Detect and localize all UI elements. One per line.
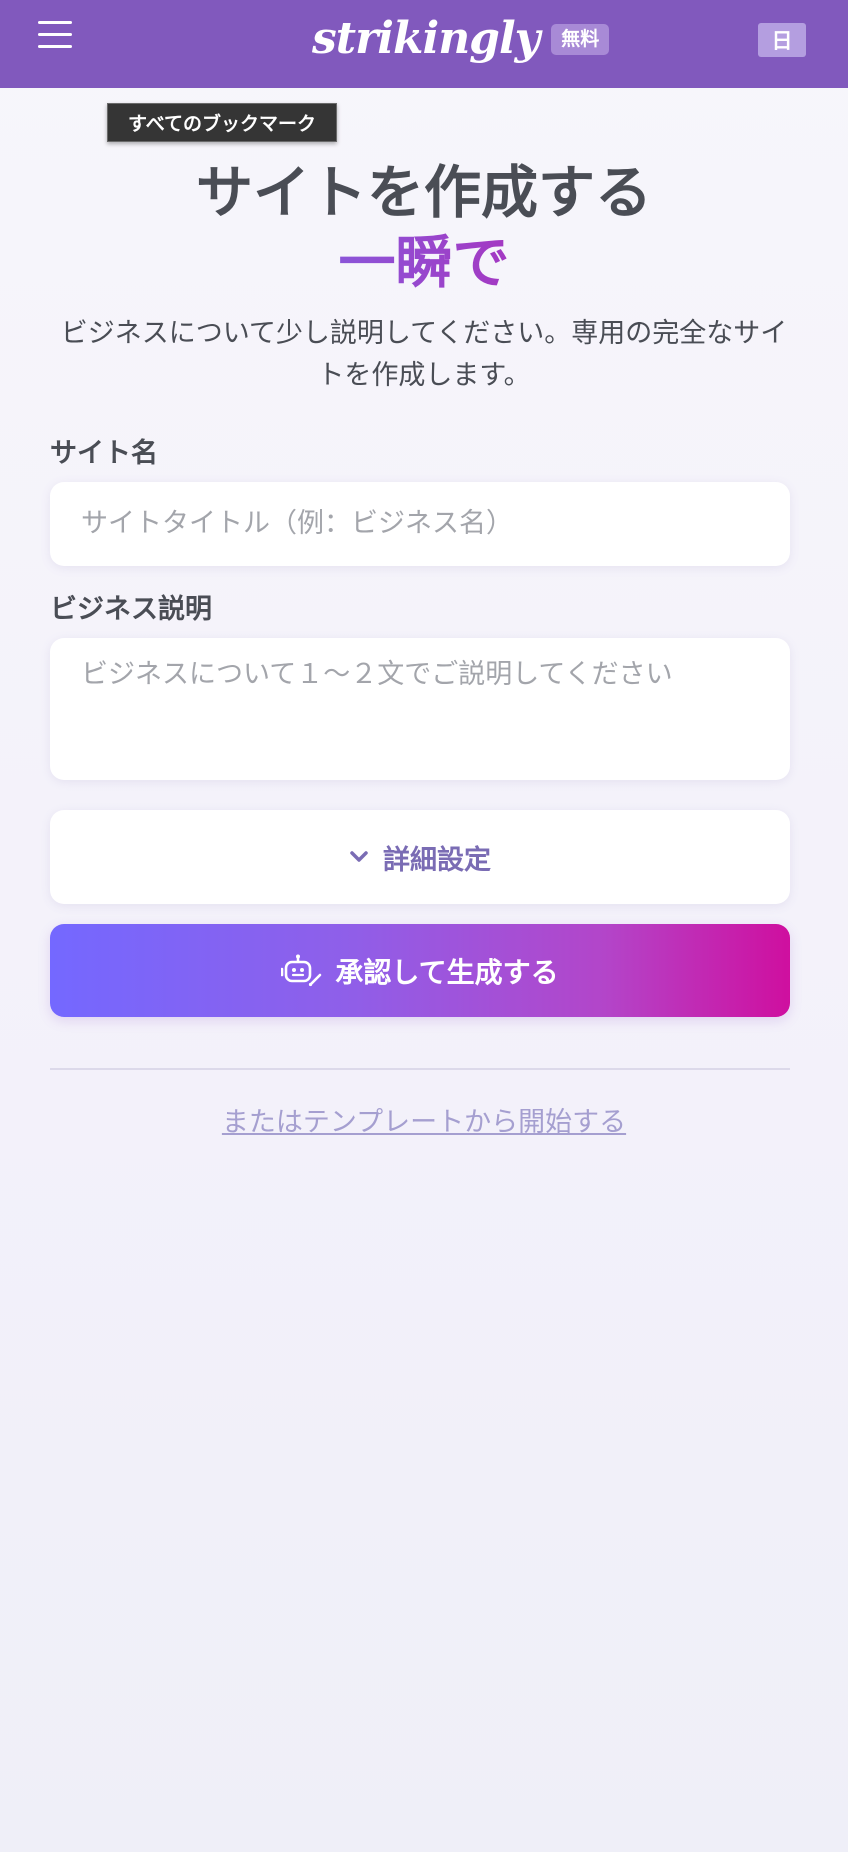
site-name-input[interactable]: サイトタイトル（例：ビジネス名）	[50, 482, 790, 566]
page-title: サイトを作成する	[196, 160, 652, 226]
page-subtitle: ビジネスについて少し説明してください。専用の完全なサイトを作成します。	[60, 318, 788, 391]
strikingly-logo[interactable]: strikingly	[312, 17, 540, 61]
advanced-settings-button[interactable]: 詳細設定	[50, 810, 790, 904]
app-header: strikingly 無料 日	[0, 0, 848, 88]
hamburger-menu-icon[interactable]	[38, 21, 72, 51]
plan-badge: 無料	[551, 23, 610, 55]
generate-button[interactable]: 承認して生成する	[50, 924, 790, 1017]
page-title-highlight-text: 一瞬で	[338, 230, 510, 296]
business-description-placeholder: ビジネスについて１〜２文でご説明してください	[81, 659, 673, 690]
divider	[50, 1068, 790, 1070]
site-name-label: サイト名	[50, 438, 158, 469]
language-button[interactable]: 日	[758, 23, 806, 57]
chevron-down-icon	[349, 850, 369, 864]
business-description-textarea[interactable]: ビジネスについて１〜２文でご説明してください	[50, 638, 790, 780]
page-title-highlight: 一瞬で	[0, 228, 848, 298]
advanced-settings-label: 詳細設定	[383, 844, 491, 876]
generate-button-label: 承認して生成する	[335, 955, 559, 989]
brand: strikingly 無料	[312, 10, 610, 68]
site-name-placeholder: サイトタイトル（例：ビジネス名）	[81, 508, 513, 539]
start-from-template-link[interactable]: またはテンプレートから開始する	[0, 1100, 848, 1139]
business-description-label: ビジネス説明	[50, 594, 212, 625]
robot-ai-icon	[281, 954, 323, 988]
bookmarks-tooltip: すべてのブックマーク	[107, 103, 337, 142]
